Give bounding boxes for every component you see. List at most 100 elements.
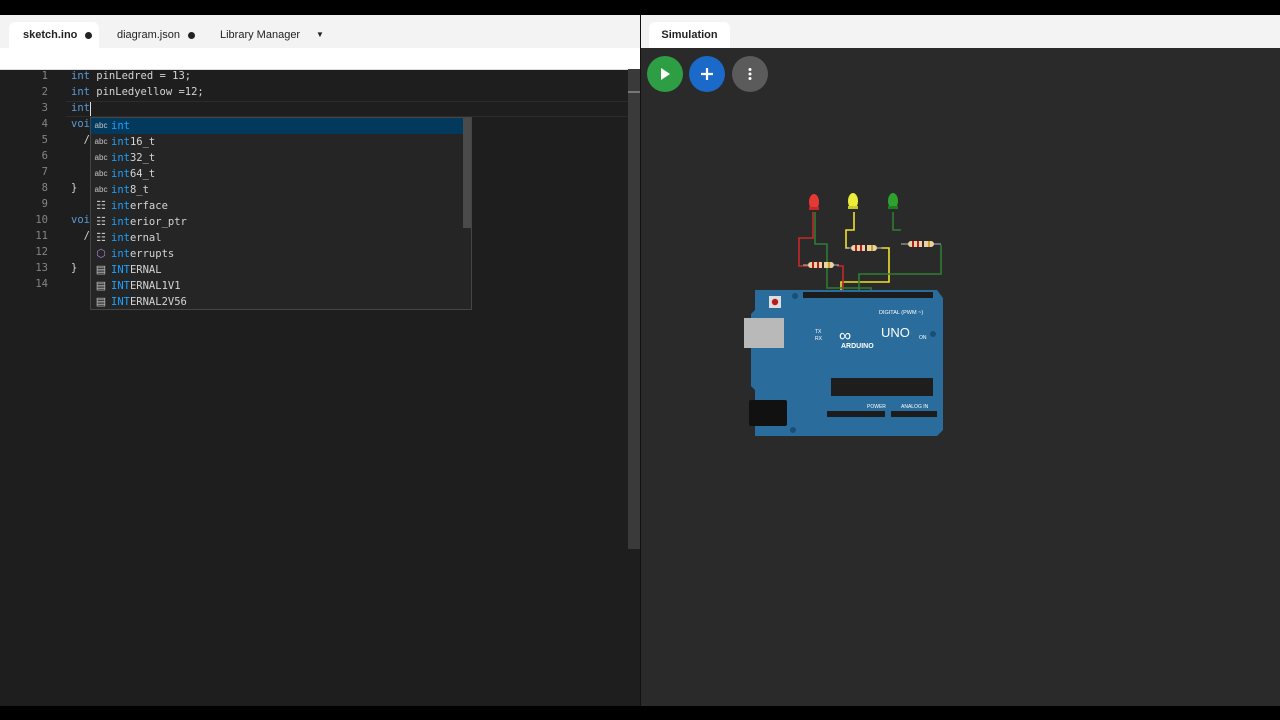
led-yellow[interactable] xyxy=(848,193,858,209)
atmega-chip xyxy=(831,378,933,396)
line-number: 4 xyxy=(41,118,48,130)
code-line: } xyxy=(71,182,77,194)
led-red[interactable] xyxy=(809,194,819,210)
rx-label: RX xyxy=(815,336,823,342)
code-text: pinLedyellow =12; xyxy=(89,86,204,98)
digital-label: DIGITAL (PWM ~) xyxy=(879,310,923,316)
suggestion-rest: ERNAL1V1 xyxy=(129,280,181,292)
simulation-tab-bar: Simulation xyxy=(641,15,1280,48)
suggestion-rest: ERNAL xyxy=(129,264,162,276)
editor-scrollbar[interactable] xyxy=(628,69,640,549)
line-number: 5 xyxy=(41,134,48,146)
code-line: int pinLedyellow =12; xyxy=(71,86,204,98)
modified-dot-icon xyxy=(85,31,93,39)
tab-sketch-ino[interactable]: sketch.ino xyxy=(9,22,99,48)
start-simulation-button[interactable] xyxy=(647,56,683,92)
suggestion-item[interactable]: ▤ INTERNAL2V56 xyxy=(91,294,463,310)
editor-tab-bar: sketch.ino diagram.json Library Manager … xyxy=(0,15,640,48)
code-text: pinLedred = 13; xyxy=(89,70,192,82)
line-number: 8 xyxy=(41,182,48,194)
suggestion-label: int16_t xyxy=(111,134,155,150)
suggestion-item[interactable]: ⬡ interrupts xyxy=(91,246,463,262)
line-number: 1 xyxy=(41,70,48,82)
chevron-down-icon[interactable]: ▼ xyxy=(316,22,324,48)
suggestion-rest: 64_t xyxy=(129,168,156,180)
suggestion-item[interactable]: abc int64_t xyxy=(91,166,463,182)
line-number: 13 xyxy=(35,262,48,274)
resistor-1[interactable] xyxy=(803,262,839,268)
led-green[interactable] xyxy=(888,193,898,209)
more-vertical-icon xyxy=(748,68,752,80)
suggestion-item[interactable]: ▤ INTERNAL1V1 xyxy=(91,278,463,294)
suggestion-match: INT xyxy=(111,296,130,308)
suggestion-scrollbar[interactable] xyxy=(463,118,471,228)
circuit-diagram: ∞ UNO ARDUINO DIGITAL (PWM ~) TX RX ON P… xyxy=(744,193,943,436)
tab-diagram-json[interactable]: diagram.json xyxy=(108,22,208,48)
line-number: 14 xyxy=(35,278,48,290)
suggestion-item[interactable]: abc int32_t xyxy=(91,150,463,166)
suggestion-item[interactable]: ☷ interface xyxy=(91,198,463,214)
suggestion-item[interactable]: abc int16_t xyxy=(91,134,463,150)
plus-icon xyxy=(701,68,713,80)
code-keyword: int xyxy=(71,70,90,82)
tab-simulation[interactable]: Simulation xyxy=(649,22,730,48)
tab-label: diagram.json xyxy=(117,29,180,41)
add-part-button[interactable] xyxy=(689,56,725,92)
line-number: 2 xyxy=(41,86,48,98)
abc-icon: abc xyxy=(94,121,108,130)
resistor-3[interactable] xyxy=(901,241,941,247)
suggestion-match: int xyxy=(111,168,130,180)
code-line: / xyxy=(71,230,90,242)
tab-label: sketch.ino xyxy=(23,29,78,41)
abc-icon: abc xyxy=(94,137,108,146)
resistor-2[interactable] xyxy=(845,245,883,251)
wire-red xyxy=(798,212,814,267)
line-number: 9 xyxy=(41,198,48,210)
suggestion-match: int xyxy=(111,200,130,212)
suggestion-label: int8_t xyxy=(111,182,149,198)
suggestion-item[interactable]: abc int xyxy=(91,118,463,134)
suggestion-match: int xyxy=(111,120,130,132)
board-brand: ARDUINO xyxy=(841,343,874,350)
code-keyword: int xyxy=(71,86,90,98)
suggestion-item[interactable]: ▤ INTERNAL xyxy=(91,262,463,278)
code-keyword: int xyxy=(71,102,90,114)
suggestion-match: int xyxy=(111,184,130,196)
suggestion-match: int xyxy=(111,248,130,260)
code-keyword: voi xyxy=(71,118,90,130)
current-line-highlight xyxy=(66,101,628,117)
analog-header xyxy=(891,411,937,417)
power-label: POWER xyxy=(867,404,886,410)
arduino-uno-board[interactable]: ∞ UNO ARDUINO DIGITAL (PWM ~) TX RX ON P… xyxy=(744,290,943,436)
module-icon: ⬡ xyxy=(96,248,106,260)
suggestion-match: int xyxy=(111,152,130,164)
suggestion-label: interface xyxy=(111,198,168,214)
suggestion-label: INTERNAL2V56 xyxy=(111,294,187,310)
digital-header xyxy=(803,292,933,298)
abc-icon: abc xyxy=(94,169,108,178)
modified-dot-icon xyxy=(187,31,195,39)
code-line: voi xyxy=(71,214,90,226)
suggestion-rest: 16_t xyxy=(129,136,156,148)
code-text: } xyxy=(71,262,78,274)
line-number: 3 xyxy=(41,102,48,114)
constant-icon: ▤ xyxy=(95,296,107,308)
suggestion-label: INTERNAL xyxy=(111,262,162,278)
code-line: } xyxy=(71,262,77,274)
suggestion-rest: errupts xyxy=(129,248,175,260)
code-line: int pinLedred = 13; xyxy=(71,70,191,82)
code-line: int xyxy=(71,102,90,114)
snippet-icon: ☷ xyxy=(96,216,106,228)
letterbox-top xyxy=(0,0,1280,15)
suggestion-item[interactable]: ☷ internal xyxy=(91,230,463,246)
suggestion-match: INT xyxy=(111,280,130,292)
wire-green-gnd xyxy=(814,212,828,266)
suggestion-item[interactable]: abc int8_t xyxy=(91,182,463,198)
suggestion-item[interactable]: ☷ interior_ptr xyxy=(91,214,463,230)
analog-label: ANALOG IN xyxy=(901,404,929,410)
more-options-button[interactable] xyxy=(732,56,768,92)
suggestion-rest: 8_t xyxy=(129,184,149,196)
tab-library-manager[interactable]: Library Manager ▼ xyxy=(211,22,331,48)
line-number: 12 xyxy=(35,246,48,258)
code-text: } xyxy=(71,182,78,194)
